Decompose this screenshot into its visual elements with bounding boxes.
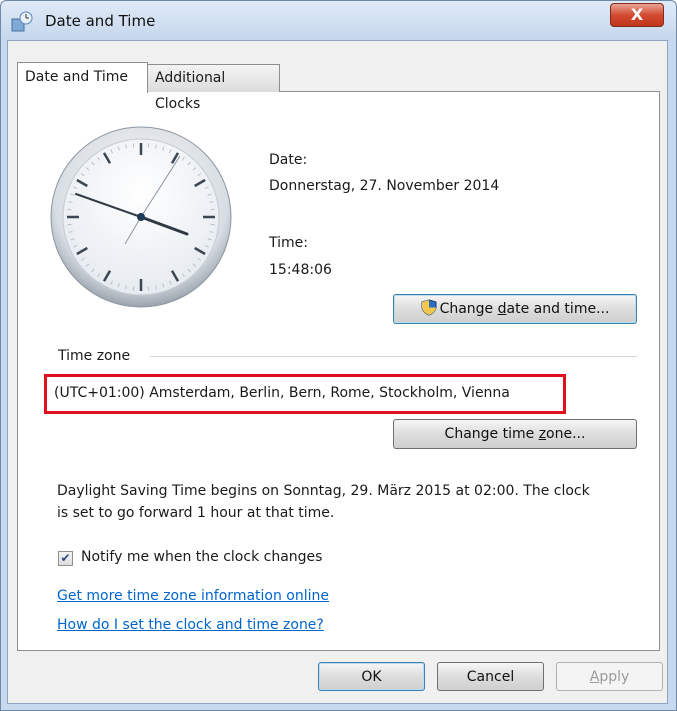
tab-additional-clocks[interactable]: Additional Clocks xyxy=(147,64,280,112)
time-zone-group-label: Time zone xyxy=(58,348,135,364)
ok-button[interactable]: OK xyxy=(318,662,425,691)
change-time-zone-label: Change time zone... xyxy=(444,426,586,442)
apply-button[interactable]: Apply xyxy=(556,662,663,691)
time-value: 15:48:06 xyxy=(269,262,332,278)
tab-date-and-time[interactable]: Date and Time xyxy=(17,62,148,93)
date-label: Date: xyxy=(269,152,308,168)
checkmark-icon: ✔ xyxy=(60,551,71,565)
analog-clock xyxy=(50,126,232,308)
time-zone-value: (UTC+01:00) Amsterdam, Berlin, Bern, Rom… xyxy=(54,385,510,401)
clock-center xyxy=(137,213,145,221)
dst-info-line1: Daylight Saving Time begins on Sonntag, … xyxy=(57,483,590,499)
dst-info-line2: is set to go forward 1 hour at that time… xyxy=(57,505,335,521)
title-bar[interactable]: Date and Time xyxy=(1,1,676,41)
clock-globe-icon xyxy=(11,11,33,32)
change-date-and-time-label: Change date and time... xyxy=(439,301,610,317)
notify-checkbox-label[interactable]: Notify me when the clock changes xyxy=(81,549,322,565)
window-title: Date and Time xyxy=(45,12,156,30)
close-button[interactable]: X xyxy=(610,3,664,27)
uac-shield-icon xyxy=(421,299,437,316)
time-zone-divider xyxy=(150,356,637,357)
date-value: Donnerstag, 27. November 2014 xyxy=(269,178,500,194)
how-to-set-clock-link[interactable]: How do I set the clock and time zone? xyxy=(57,617,324,633)
more-time-zone-info-link[interactable]: Get more time zone information online xyxy=(57,588,329,604)
change-time-zone-button[interactable]: Change time zone... xyxy=(393,419,637,449)
change-date-and-time-button[interactable]: Change date and time... xyxy=(393,294,637,324)
time-label: Time: xyxy=(269,235,308,251)
cancel-button[interactable]: Cancel xyxy=(437,662,544,691)
notify-checkbox[interactable]: ✔ xyxy=(58,551,73,566)
close-icon: X xyxy=(630,5,644,24)
apply-label: Apply xyxy=(589,669,630,685)
